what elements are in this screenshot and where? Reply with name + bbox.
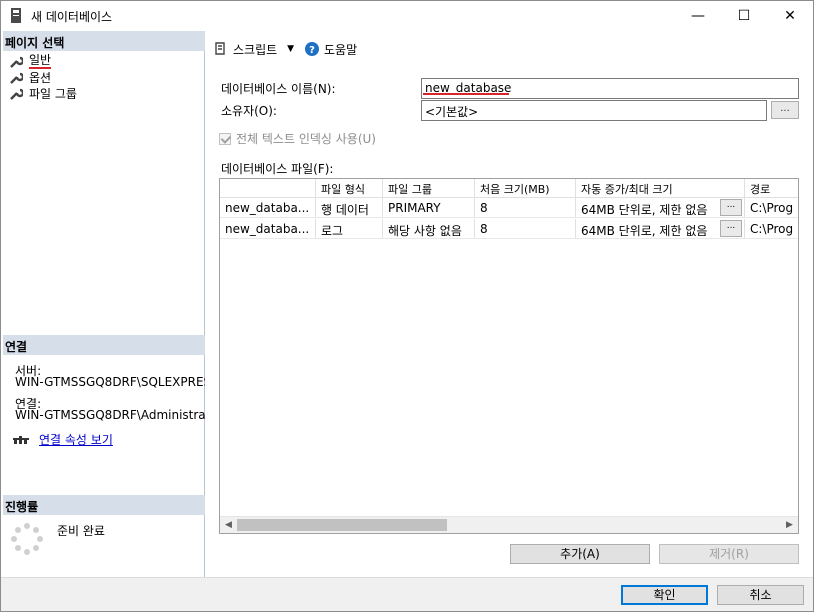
minimize-icon: —	[691, 8, 705, 24]
scroll-left-icon[interactable]: ◀	[220, 517, 237, 533]
help-button[interactable]: ? 도움말	[305, 40, 357, 58]
page-item-label: 파일 그룹	[29, 87, 77, 101]
left-pane: 페이지 선택 일반 옵션 파일 그룹 연결 서버: WIN-GTMSSGQ8DR…	[3, 31, 205, 577]
server-value: WIN-GTMSSGQ8DRF\SQLEXPRESS	[15, 376, 205, 388]
owner-label: 소유자(O):	[221, 104, 277, 118]
column-header: 파일 형식	[316, 179, 383, 197]
autogrowth-cell[interactable]: 64MB 단위로, 제한 없음 ...	[576, 198, 745, 217]
svg-text:?: ?	[309, 45, 315, 56]
table-row[interactable]: new_databa... 행 데이터 PRIMARY 8 64MB 단위로, …	[220, 198, 798, 218]
progress-status: 준비 완료	[57, 524, 105, 538]
initial-size-cell[interactable]: 8	[475, 198, 576, 217]
autogrowth-value: 64MB 단위로, 제한 없음	[581, 203, 708, 217]
db-name-label: 데이터베이스 이름(N):	[221, 82, 336, 96]
db-files-grid: 파일 형식 파일 그룹 처음 크기(MB) 자동 증가/최대 크기 경로 new…	[219, 178, 799, 534]
page-item-label: 옵션	[29, 71, 52, 85]
path-cell[interactable]: C:\Prog	[745, 219, 798, 238]
column-header: 경로	[750, 183, 771, 196]
owner-input[interactable]: <기본값>	[421, 100, 767, 121]
db-name-highlight	[423, 93, 509, 95]
path-cell[interactable]: C:\Prog	[745, 198, 798, 217]
filegroup-cell[interactable]: 해당 사항 없음	[383, 219, 475, 238]
autogrowth-value: 64MB 단위로, 제한 없음	[581, 224, 708, 238]
minimize-button[interactable]: —	[675, 1, 721, 31]
wrench-icon	[10, 88, 23, 100]
close-icon: ✕	[784, 8, 796, 24]
database-icon	[11, 8, 21, 23]
column-header: 자동 증가/최대 크기	[576, 179, 745, 197]
initial-size-cell[interactable]: 8	[475, 219, 576, 238]
progress-spinner-icon	[11, 523, 43, 555]
chevron-down-icon: ▼	[287, 44, 295, 54]
title-bar: 새 데이터베이스 — ☐ ✕	[1, 1, 813, 31]
window-title: 새 데이터베이스	[31, 10, 113, 24]
logical-name-cell[interactable]: new_databa...	[220, 219, 316, 238]
page-item-label: 일반	[29, 53, 52, 69]
grid-header: 파일 형식 파일 그룹 처음 크기(MB) 자동 증가/최대 크기 경로	[220, 179, 798, 198]
scroll-right-icon[interactable]: ▶	[781, 517, 798, 533]
maximize-button[interactable]: ☐	[721, 1, 767, 31]
wrench-icon	[10, 72, 23, 84]
db-name-input[interactable]: new_database	[421, 78, 799, 99]
close-button[interactable]: ✕	[767, 1, 813, 31]
column-header: 처음 크기(MB)	[475, 179, 576, 197]
autogrowth-cell[interactable]: 64MB 단위로, 제한 없음 ...	[576, 219, 745, 238]
scroll-thumb[interactable]	[237, 519, 447, 531]
fulltext-checkbox-row: 전체 텍스트 인덱싱 사용(U)	[219, 130, 376, 147]
page-item-options[interactable]: 옵션	[9, 69, 51, 86]
autogrowth-edit-button[interactable]: ...	[720, 220, 742, 237]
script-button[interactable]: 스크립트 ▼	[213, 40, 294, 58]
owner-browse-button[interactable]: ...	[771, 101, 799, 119]
horizontal-scrollbar[interactable]: ◀ ▶	[220, 516, 798, 533]
connection-value: WIN-GTMSSGQ8DRF\Administrator	[15, 409, 205, 421]
connection-header: 연결	[3, 335, 205, 355]
ok-button[interactable]: 확인	[621, 585, 708, 605]
cancel-button[interactable]: 취소	[717, 585, 804, 605]
file-type-cell[interactable]: 로그	[316, 219, 383, 238]
db-files-label: 데이터베이스 파일(F):	[221, 162, 334, 176]
script-label: 스크립트	[233, 42, 278, 57]
connection-properties-icon	[13, 435, 29, 444]
new-database-dialog: 새 데이터베이스 — ☐ ✕ 페이지 선택 일반 옵션 파일 그룹 연결 서버:…	[0, 0, 814, 612]
add-button[interactable]: 추가(A)	[510, 544, 650, 564]
logical-name-cell[interactable]: new_databa...	[220, 198, 316, 217]
table-row[interactable]: new_databa... 로그 해당 사항 없음 8 64MB 단위로, 제한…	[220, 219, 798, 239]
autogrowth-edit-button[interactable]: ...	[720, 199, 742, 216]
file-type-cell[interactable]: 행 데이터	[316, 198, 383, 217]
column-header	[220, 179, 316, 197]
filegroup-cell[interactable]: PRIMARY	[383, 198, 475, 217]
view-connection-properties-link[interactable]: 연결 속성 보기	[39, 431, 113, 448]
wrench-icon	[10, 56, 23, 68]
page-item-general[interactable]: 일반	[9, 53, 52, 70]
help-label: 도움말	[324, 42, 358, 57]
fulltext-checkbox[interactable]	[219, 132, 231, 145]
progress-header: 진행률	[3, 495, 205, 515]
maximize-icon: ☐	[737, 8, 751, 24]
help-icon: ?	[305, 42, 319, 56]
page-item-filegroups[interactable]: 파일 그룹	[9, 85, 77, 102]
column-header: 파일 그룹	[383, 179, 475, 197]
view-connection-properties[interactable]: 연결 속성 보기	[13, 431, 113, 448]
page-select-header: 페이지 선택	[3, 31, 205, 51]
fulltext-label: 전체 텍스트 인덱싱 사용(U)	[236, 132, 376, 146]
script-icon	[215, 42, 225, 55]
remove-button[interactable]: 제거(R)	[659, 544, 799, 564]
